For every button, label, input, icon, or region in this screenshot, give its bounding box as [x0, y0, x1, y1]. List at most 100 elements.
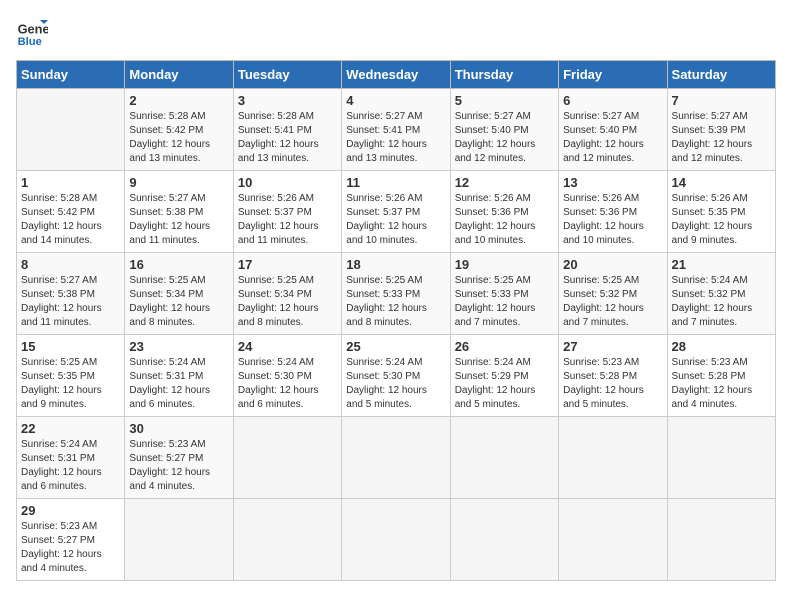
day-number: 16 — [129, 257, 228, 272]
calendar-cell: 12 Sunrise: 5:26 AMSunset: 5:36 PMDaylig… — [450, 171, 558, 253]
day-details: Sunrise: 5:27 AMSunset: 5:38 PMDaylight:… — [21, 274, 120, 330]
calendar-cell: 29 Sunrise: 5:23 AMSunset: 5:27 PMDaylig… — [17, 499, 125, 581]
calendar-cell — [17, 89, 125, 171]
calendar-cell — [233, 417, 341, 499]
calendar-cell: 3 Sunrise: 5:28 AMSunset: 5:41 PMDayligh… — [233, 89, 341, 171]
calendar-cell: 4 Sunrise: 5:27 AMSunset: 5:41 PMDayligh… — [342, 89, 450, 171]
calendar-cell — [559, 417, 667, 499]
day-number: 13 — [563, 175, 662, 190]
day-details: Sunrise: 5:23 AMSunset: 5:27 PMDaylight:… — [21, 520, 120, 576]
day-number: 10 — [238, 175, 337, 190]
header-wednesday: Wednesday — [342, 61, 450, 89]
day-number: 27 — [563, 339, 662, 354]
day-number: 3 — [238, 93, 337, 108]
calendar-cell — [450, 499, 558, 581]
calendar-cell: 20 Sunrise: 5:25 AMSunset: 5:32 PMDaylig… — [559, 253, 667, 335]
day-details: Sunrise: 5:24 AMSunset: 5:30 PMDaylight:… — [346, 356, 445, 412]
day-number: 22 — [21, 421, 120, 436]
calendar-cell: 1 Sunrise: 5:28 AMSunset: 5:42 PMDayligh… — [17, 171, 125, 253]
day-number: 24 — [238, 339, 337, 354]
day-details: Sunrise: 5:25 AMSunset: 5:35 PMDaylight:… — [21, 356, 120, 412]
calendar-week-row: 29 Sunrise: 5:23 AMSunset: 5:27 PMDaylig… — [17, 499, 776, 581]
day-details: Sunrise: 5:26 AMSunset: 5:36 PMDaylight:… — [455, 192, 554, 248]
calendar-cell: 5 Sunrise: 5:27 AMSunset: 5:40 PMDayligh… — [450, 89, 558, 171]
calendar-week-row: 8 Sunrise: 5:27 AMSunset: 5:38 PMDayligh… — [17, 253, 776, 335]
calendar-cell: 8 Sunrise: 5:27 AMSunset: 5:38 PMDayligh… — [17, 253, 125, 335]
day-number: 21 — [672, 257, 771, 272]
calendar-cell: 11 Sunrise: 5:26 AMSunset: 5:37 PMDaylig… — [342, 171, 450, 253]
calendar-cell: 19 Sunrise: 5:25 AMSunset: 5:33 PMDaylig… — [450, 253, 558, 335]
calendar-cell: 27 Sunrise: 5:23 AMSunset: 5:28 PMDaylig… — [559, 335, 667, 417]
calendar-week-row: 1 Sunrise: 5:28 AMSunset: 5:42 PMDayligh… — [17, 171, 776, 253]
day-number: 5 — [455, 93, 554, 108]
day-number: 9 — [129, 175, 228, 190]
calendar-cell — [667, 417, 775, 499]
day-number: 20 — [563, 257, 662, 272]
day-number: 18 — [346, 257, 445, 272]
calendar-week-row: 2 Sunrise: 5:28 AMSunset: 5:42 PMDayligh… — [17, 89, 776, 171]
calendar-cell: 28 Sunrise: 5:23 AMSunset: 5:28 PMDaylig… — [667, 335, 775, 417]
calendar-cell — [559, 499, 667, 581]
logo-icon: General Blue — [16, 16, 48, 48]
header-friday: Friday — [559, 61, 667, 89]
svg-text:General: General — [18, 22, 48, 37]
calendar-cell: 22 Sunrise: 5:24 AMSunset: 5:31 PMDaylig… — [17, 417, 125, 499]
calendar-cell: 24 Sunrise: 5:24 AMSunset: 5:30 PMDaylig… — [233, 335, 341, 417]
page-header: General Blue — [16, 16, 776, 48]
calendar-cell: 7 Sunrise: 5:27 AMSunset: 5:39 PMDayligh… — [667, 89, 775, 171]
day-details: Sunrise: 5:26 AMSunset: 5:37 PMDaylight:… — [238, 192, 337, 248]
calendar-cell: 30 Sunrise: 5:23 AMSunset: 5:27 PMDaylig… — [125, 417, 233, 499]
calendar-cell — [125, 499, 233, 581]
day-details: Sunrise: 5:26 AMSunset: 5:37 PMDaylight:… — [346, 192, 445, 248]
day-details: Sunrise: 5:28 AMSunset: 5:41 PMDaylight:… — [238, 110, 337, 166]
calendar-cell — [342, 499, 450, 581]
day-number: 19 — [455, 257, 554, 272]
calendar-cell — [450, 417, 558, 499]
calendar-cell: 23 Sunrise: 5:24 AMSunset: 5:31 PMDaylig… — [125, 335, 233, 417]
day-number: 8 — [21, 257, 120, 272]
calendar-cell: 6 Sunrise: 5:27 AMSunset: 5:40 PMDayligh… — [559, 89, 667, 171]
day-details: Sunrise: 5:27 AMSunset: 5:39 PMDaylight:… — [672, 110, 771, 166]
calendar-cell: 21 Sunrise: 5:24 AMSunset: 5:32 PMDaylig… — [667, 253, 775, 335]
calendar-cell — [342, 417, 450, 499]
day-details: Sunrise: 5:27 AMSunset: 5:41 PMDaylight:… — [346, 110, 445, 166]
calendar-cell: 15 Sunrise: 5:25 AMSunset: 5:35 PMDaylig… — [17, 335, 125, 417]
calendar-cell: 16 Sunrise: 5:25 AMSunset: 5:34 PMDaylig… — [125, 253, 233, 335]
day-details: Sunrise: 5:25 AMSunset: 5:34 PMDaylight:… — [129, 274, 228, 330]
day-number: 1 — [21, 175, 120, 190]
day-details: Sunrise: 5:27 AMSunset: 5:40 PMDaylight:… — [455, 110, 554, 166]
day-details: Sunrise: 5:24 AMSunset: 5:31 PMDaylight:… — [21, 438, 120, 494]
calendar-cell: 13 Sunrise: 5:26 AMSunset: 5:36 PMDaylig… — [559, 171, 667, 253]
day-number: 14 — [672, 175, 771, 190]
header-sunday: Sunday — [17, 61, 125, 89]
day-details: Sunrise: 5:24 AMSunset: 5:31 PMDaylight:… — [129, 356, 228, 412]
calendar-cell: 2 Sunrise: 5:28 AMSunset: 5:42 PMDayligh… — [125, 89, 233, 171]
day-details: Sunrise: 5:24 AMSunset: 5:30 PMDaylight:… — [238, 356, 337, 412]
day-number: 28 — [672, 339, 771, 354]
day-number: 29 — [21, 503, 120, 518]
day-number: 25 — [346, 339, 445, 354]
header-monday: Monday — [125, 61, 233, 89]
svg-text:Blue: Blue — [18, 36, 42, 48]
calendar-header-row: SundayMondayTuesdayWednesdayThursdayFrid… — [17, 61, 776, 89]
calendar-cell: 26 Sunrise: 5:24 AMSunset: 5:29 PMDaylig… — [450, 335, 558, 417]
calendar-cell — [667, 499, 775, 581]
calendar-cell: 9 Sunrise: 5:27 AMSunset: 5:38 PMDayligh… — [125, 171, 233, 253]
day-details: Sunrise: 5:28 AMSunset: 5:42 PMDaylight:… — [129, 110, 228, 166]
day-details: Sunrise: 5:25 AMSunset: 5:34 PMDaylight:… — [238, 274, 337, 330]
day-details: Sunrise: 5:25 AMSunset: 5:33 PMDaylight:… — [455, 274, 554, 330]
day-details: Sunrise: 5:24 AMSunset: 5:32 PMDaylight:… — [672, 274, 771, 330]
day-details: Sunrise: 5:28 AMSunset: 5:42 PMDaylight:… — [21, 192, 120, 248]
calendar-week-row: 22 Sunrise: 5:24 AMSunset: 5:31 PMDaylig… — [17, 417, 776, 499]
day-number: 2 — [129, 93, 228, 108]
day-details: Sunrise: 5:27 AMSunset: 5:40 PMDaylight:… — [563, 110, 662, 166]
day-number: 15 — [21, 339, 120, 354]
day-number: 6 — [563, 93, 662, 108]
calendar-cell: 10 Sunrise: 5:26 AMSunset: 5:37 PMDaylig… — [233, 171, 341, 253]
calendar-cell: 18 Sunrise: 5:25 AMSunset: 5:33 PMDaylig… — [342, 253, 450, 335]
day-details: Sunrise: 5:23 AMSunset: 5:28 PMDaylight:… — [563, 356, 662, 412]
day-number: 12 — [455, 175, 554, 190]
header-thursday: Thursday — [450, 61, 558, 89]
calendar-table: SundayMondayTuesdayWednesdayThursdayFrid… — [16, 60, 776, 581]
day-number: 17 — [238, 257, 337, 272]
